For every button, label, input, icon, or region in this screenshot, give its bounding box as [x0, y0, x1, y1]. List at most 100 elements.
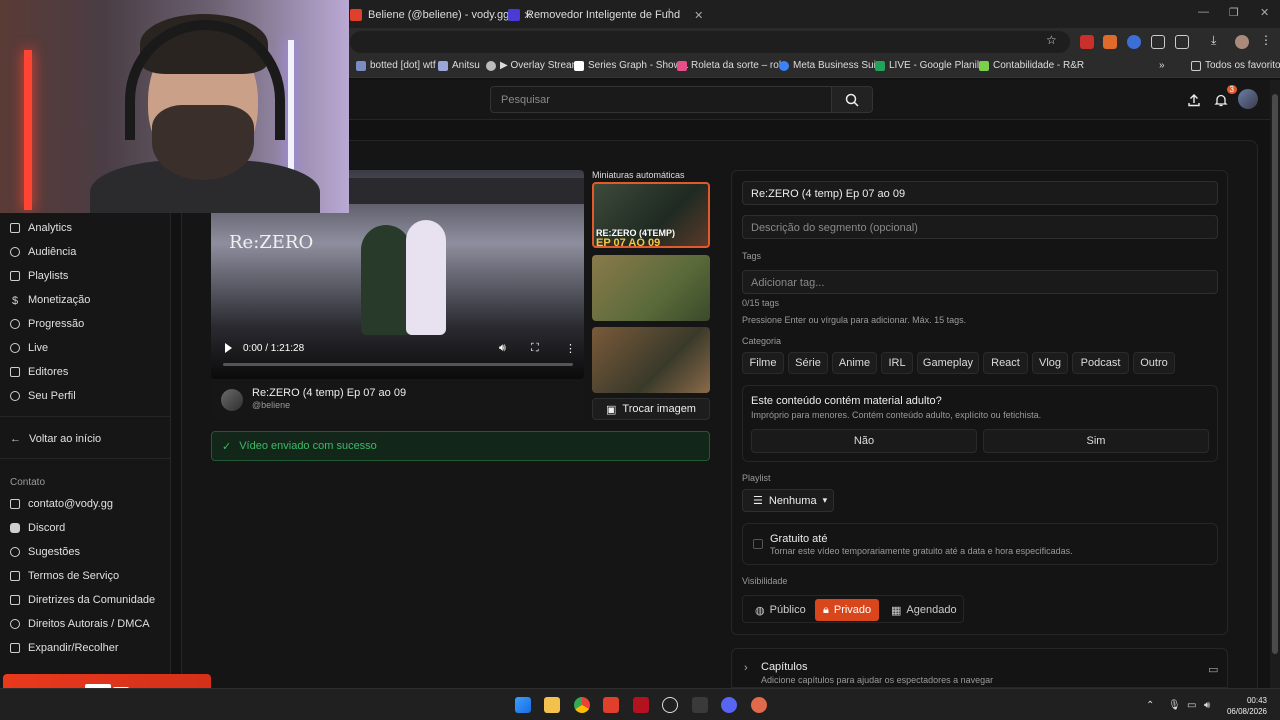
- file-explorer-icon[interactable]: [544, 697, 560, 713]
- adult-yes-button[interactable]: Sim: [983, 429, 1209, 453]
- new-tab-icon[interactable]: +: [666, 6, 672, 18]
- free-until-checkbox[interactable]: [753, 539, 763, 549]
- playlist-select[interactable]: ☰ Nenhuma ▾: [742, 489, 834, 512]
- extension-icon[interactable]: [1103, 35, 1117, 49]
- upload-icon[interactable]: [1184, 90, 1204, 110]
- bookmark-series-graph[interactable]: Series Graph - Show...: [574, 60, 689, 71]
- description-input[interactable]: Descrição do segmento (opcional): [742, 215, 1218, 239]
- sidebar-item-editores[interactable]: Editores: [10, 366, 68, 378]
- bookmark-meta[interactable]: Meta Business Suite: [779, 60, 884, 71]
- book-icon[interactable]: ▭: [1208, 663, 1218, 676]
- minimize-icon[interactable]: —: [1198, 6, 1209, 18]
- bookmark-live-planilha[interactable]: LIVE - Google Planil...: [875, 60, 987, 71]
- fullscreen-icon[interactable]: ⛶: [531, 342, 539, 355]
- back-home-link[interactable]: ← Voltar ao início: [10, 433, 101, 445]
- thumbnail-option[interactable]: RE:ZERO (4TEMP) EP 07 AO 09: [592, 182, 710, 248]
- system-clock[interactable]: 00:43 06/08/2026: [1223, 695, 1267, 717]
- category-gameplay[interactable]: Gameplay: [917, 352, 979, 374]
- volume-icon[interactable]: 🔊︎: [1204, 700, 1210, 711]
- discord-icon[interactable]: [721, 697, 737, 713]
- swap-image-button[interactable]: ▣ Trocar imagem: [592, 398, 710, 420]
- dollar-icon: $: [11, 295, 19, 307]
- check-icon: ✓: [222, 440, 232, 453]
- app-icon[interactable]: [633, 697, 649, 713]
- extension-icon[interactable]: [1080, 35, 1094, 49]
- tags-input[interactable]: Adicionar tag...: [742, 270, 1218, 294]
- adult-no-button[interactable]: Não: [751, 429, 977, 453]
- visibility-privado[interactable]: 🔒︎ Privado: [815, 599, 880, 621]
- app-icon[interactable]: [751, 697, 767, 713]
- sidebar-item-progressao[interactable]: Progressão: [10, 318, 84, 330]
- bookmark-anitsu[interactable]: Anitsu: [438, 60, 480, 71]
- sidebar-item-playlists[interactable]: Playlists: [10, 270, 68, 282]
- avatar[interactable]: [1238, 89, 1258, 109]
- contact-diretrizes[interactable]: Diretrizes da Comunidade: [10, 594, 155, 606]
- play-icon[interactable]: [225, 343, 232, 353]
- contact-termos[interactable]: Termos de Serviço: [10, 570, 119, 582]
- sidebar-item-audiencia[interactable]: Audiência: [10, 246, 76, 258]
- bookmark-roleta[interactable]: Roleta da sorte – rol...: [677, 60, 789, 71]
- sidebar-item-live[interactable]: Live: [10, 342, 48, 354]
- bell-icon[interactable]: 3: [1211, 85, 1237, 110]
- profile-icon[interactable]: [1235, 35, 1249, 49]
- title-input[interactable]: Re:ZERO (4 temp) Ep 07 ao 09: [742, 181, 1218, 205]
- bookmark-contabilidade[interactable]: Contabilidade - R&R: [979, 60, 1084, 71]
- more-options-icon[interactable]: ⋮: [565, 342, 576, 355]
- download-icon[interactable]: ⤓: [1211, 33, 1225, 47]
- sidebar-item-analytics[interactable]: Analytics: [10, 222, 72, 234]
- microphone-icon[interactable]: 🎙︎: [1168, 700, 1181, 711]
- chevron-up-icon[interactable]: ⌃: [1146, 700, 1154, 711]
- windows-start-icon[interactable]: [515, 697, 531, 713]
- contact-email[interactable]: contato@vody.gg: [10, 498, 113, 510]
- sidebar-item-monetizacao[interactable]: $ Monetização: [10, 294, 90, 307]
- scrollbar-thumb[interactable]: [1272, 94, 1278, 654]
- address-bar[interactable]: [350, 31, 1070, 53]
- page-scrollbar[interactable]: [1270, 80, 1280, 688]
- player-progress-bar[interactable]: [223, 363, 573, 366]
- contact-expandir[interactable]: Expandir/Recolher: [10, 642, 119, 654]
- trophy-icon: [10, 319, 20, 329]
- tab-removedor[interactable]: Removedor Inteligente de Fund ✕: [508, 4, 703, 26]
- bookmark-botted[interactable]: botted [dot] wtf: [356, 60, 436, 71]
- clock-time: 00:43: [1246, 696, 1267, 705]
- category-anime[interactable]: Anime: [832, 352, 877, 374]
- tab-vody[interactable]: Beliene (@beliene) - vody.gg ✕: [350, 4, 532, 26]
- volume-icon[interactable]: 🔊︎: [499, 342, 506, 355]
- extension-icon[interactable]: [1127, 35, 1141, 49]
- close-tab-icon[interactable]: ✕: [694, 9, 703, 22]
- contact-discord[interactable]: Discord: [10, 522, 65, 534]
- category-serie[interactable]: Série: [788, 352, 828, 374]
- app-icon[interactable]: [662, 697, 678, 713]
- search-input[interactable]: Pesquisar: [490, 86, 832, 113]
- visibility-publico[interactable]: ◍ Público: [747, 599, 814, 621]
- maximize-icon[interactable]: ❐: [1229, 6, 1239, 19]
- all-bookmarks[interactable]: Todos os favoritos: [1191, 60, 1280, 71]
- visibility-agendado[interactable]: ▦ Agendado: [883, 599, 965, 621]
- folder-icon: [1191, 60, 1201, 71]
- category-podcast[interactable]: Podcast: [1072, 352, 1129, 374]
- free-until-subtitle: Tornar este vídeo temporariamente gratui…: [770, 546, 1073, 556]
- app-icon[interactable]: [692, 697, 708, 713]
- contact-sugestoes[interactable]: Sugestões: [10, 546, 80, 558]
- menu-icon[interactable]: ⋮: [1260, 33, 1274, 47]
- category-irl[interactable]: IRL: [881, 352, 913, 374]
- bookmark-overlay-stream[interactable]: ▶ Overlay Stream: [486, 60, 580, 71]
- contact-dmca[interactable]: Direitos Autorais / DMCA: [10, 618, 150, 630]
- sidebar-item-seu-perfil[interactable]: Seu Perfil: [10, 390, 76, 402]
- network-icon[interactable]: ▭: [1187, 700, 1196, 711]
- star-icon[interactable]: ☆: [1046, 33, 1060, 47]
- search-button[interactable]: [831, 86, 873, 113]
- thumbnail-option[interactable]: [592, 255, 710, 321]
- brave-icon[interactable]: [603, 697, 619, 713]
- thumbnail-option[interactable]: [592, 327, 710, 393]
- chrome-icon[interactable]: [574, 697, 590, 713]
- category-react[interactable]: React: [983, 352, 1028, 374]
- extension-icon[interactable]: [1151, 35, 1165, 49]
- chapters-section[interactable]: › Capítulos Adicione capítulos para ajud…: [731, 648, 1228, 688]
- category-outro[interactable]: Outro: [1133, 352, 1175, 374]
- close-window-icon[interactable]: ✕: [1260, 6, 1269, 19]
- puzzle-icon[interactable]: [1175, 35, 1189, 49]
- category-filme[interactable]: Filme: [742, 352, 784, 374]
- category-vlog[interactable]: Vlog: [1032, 352, 1068, 374]
- more-bookmarks-icon[interactable]: »: [1159, 60, 1165, 71]
